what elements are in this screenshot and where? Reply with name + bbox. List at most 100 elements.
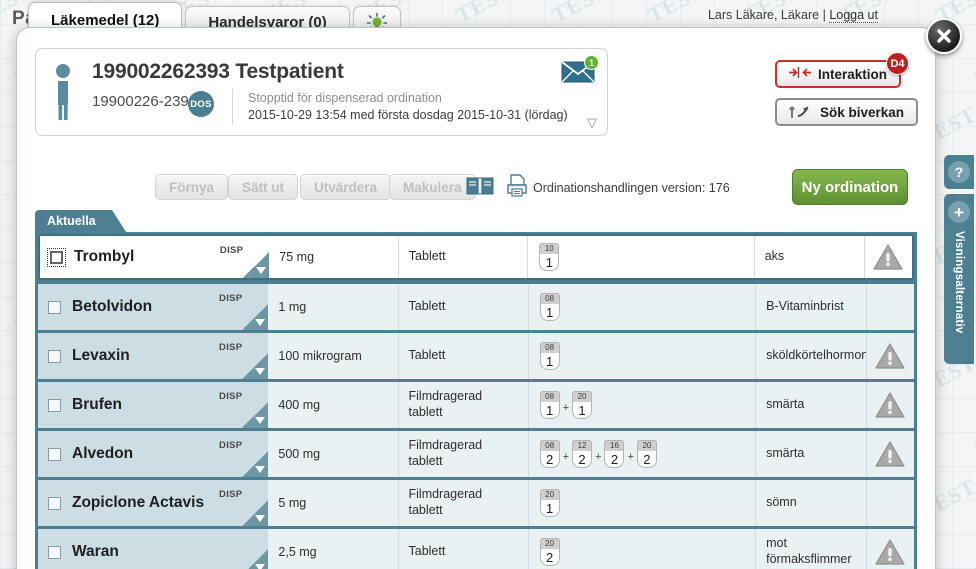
row-expand-corner-icon[interactable]: [243, 252, 270, 278]
row-reason-cell: B-Vitaminbrist: [756, 284, 867, 330]
row-warning-cell[interactable]: [866, 382, 914, 428]
row-checkbox[interactable]: [48, 496, 61, 510]
row-medication-name-cell[interactable]: Alvedon DISP: [38, 431, 269, 477]
dose-quantity: 1: [539, 353, 560, 370]
book-icon[interactable]: [466, 175, 494, 202]
row-checkbox[interactable]: [48, 349, 61, 363]
dose-time: 20: [539, 538, 560, 549]
row-expand-corner-icon[interactable]: [242, 549, 269, 569]
user-bar: Lars Läkare, Läkare | Logga ut: [708, 8, 878, 23]
row-warning-cell: [866, 480, 914, 526]
row-medication-name-cell[interactable]: Levaxin DISP: [38, 333, 269, 379]
table-row[interactable]: Trombyl DISP 75 mg Tablett 10 1 aks: [38, 234, 914, 280]
row-expand-corner-icon[interactable]: [242, 451, 269, 477]
dose-quantity: 2: [636, 451, 657, 468]
row-warning-cell[interactable]: [866, 529, 914, 569]
warning-triangle-icon[interactable]: [873, 244, 904, 270]
table-row[interactable]: Betolvidon DISP 1 mg Tablett 08 1 B-Vitaminbri…: [38, 284, 914, 330]
table-row[interactable]: Zopiclone Actavis DISP 5 mg Filmdragerad ta…: [38, 480, 914, 526]
row-expand-corner-icon[interactable]: [242, 402, 269, 428]
row-dose-cell: 20 2: [528, 529, 757, 569]
dose-time: 08: [539, 391, 560, 402]
row-checkbox[interactable]: [48, 545, 61, 559]
warning-triangle-icon[interactable]: [875, 343, 905, 369]
row-medication-name-cell[interactable]: Betolvidon DISP: [38, 284, 269, 330]
row-strength-cell: 400 mg: [268, 382, 399, 428]
close-icon: [935, 27, 953, 45]
row-checkbox[interactable]: [48, 398, 61, 412]
patient-card[interactable]: 199002262393 Testpatient 19900226-2393 D…: [35, 48, 608, 136]
plus-icon: +: [948, 201, 970, 223]
row-expand-corner-icon[interactable]: [242, 500, 269, 526]
table-row[interactable]: Levaxin DISP 100 mikrogram Tablett 08 1 sköldk…: [38, 333, 914, 379]
row-medication-name: Betolvidon: [72, 298, 153, 315]
disp-label: DISP: [219, 245, 244, 256]
row-warning-cell[interactable]: [866, 431, 914, 477]
row-reason-cell: mot förmaksflimmer: [756, 529, 867, 569]
close-button[interactable]: [926, 18, 962, 54]
interaktion-button[interactable]: Interaktion D4: [775, 52, 910, 88]
stopptid-label: Stopptid för dispenserad ordination: [248, 91, 442, 105]
ny-ordination-button[interactable]: Ny ordination: [792, 169, 908, 205]
satt-ut-label: Sätt ut: [242, 179, 284, 195]
dose-badge: 08 2: [539, 440, 561, 468]
warning-triangle-icon[interactable]: [875, 539, 905, 565]
dose-plus-separator: +: [595, 451, 602, 463]
row-reason-cell: smärta: [756, 382, 867, 428]
help-tab[interactable]: ?: [944, 155, 974, 189]
dose-badge: 16 2: [603, 440, 625, 468]
table-row[interactable]: Alvedon DISP 500 mg Filmdragerad tablett 08 2…: [38, 431, 914, 477]
disp-label: DISP: [219, 342, 243, 353]
dose-time: 12: [572, 440, 593, 451]
print-icon[interactable]: [506, 174, 528, 203]
chevron-down-icon[interactable]: ▽: [587, 115, 597, 131]
dose-time: 10: [539, 243, 560, 254]
visningsalternativ-tab[interactable]: + Visningsalternativ: [944, 194, 974, 364]
warning-triangle-icon[interactable]: [875, 392, 905, 418]
sok-biverkan-button[interactable]: Sök biverkan: [775, 98, 919, 126]
list-tab-strip[interactable]: Aktuella: [35, 210, 126, 232]
makulera-button[interactable]: Makulera: [389, 174, 476, 200]
row-medication-name-cell[interactable]: Trombyl DISP: [40, 236, 270, 278]
row-reason-cell: smärta: [756, 431, 867, 477]
dos-badge: DOS: [188, 91, 214, 117]
sok-biverkan-label: Sök biverkan: [820, 104, 905, 120]
row-expand-corner-icon[interactable]: [242, 353, 269, 379]
row-reason-cell: sömn: [756, 480, 867, 526]
row-warning-cell[interactable]: [866, 333, 914, 379]
mail-count-badge: 1: [584, 55, 599, 70]
row-medication-name: Alvedon: [72, 445, 134, 462]
row-medication-name-cell[interactable]: Waran: [38, 529, 269, 569]
row-checkbox[interactable]: [48, 447, 61, 461]
table-row[interactable]: Brufen DISP 400 mg Filmdragerad tablett 08 1 +…: [38, 382, 914, 428]
row-form-cell: Filmdragerad tablett: [398, 480, 529, 526]
dose-quantity: 1: [572, 402, 593, 419]
row-medication-name-cell[interactable]: Zopiclone Actavis DISP: [38, 480, 269, 526]
row-expand-corner-icon[interactable]: [242, 304, 269, 330]
ordinationshandling-version: Ordinationshandlingen version: 176: [533, 181, 730, 195]
dose-badge: 08 1: [539, 391, 561, 419]
row-form-cell: Tablett: [398, 529, 529, 569]
row-dose-cell: 20 1: [528, 480, 757, 526]
warning-triangle-icon[interactable]: [875, 441, 905, 467]
satt-ut-button[interactable]: Sätt ut: [228, 174, 298, 200]
row-medication-name-cell[interactable]: Brufen DISP: [38, 382, 269, 428]
list-tab-aktuella[interactable]: Aktuella: [35, 210, 126, 232]
dose-plus-separator: +: [562, 451, 570, 463]
row-warning-cell[interactable]: [864, 236, 912, 278]
table-row[interactable]: Waran 2,5 mg Tablett 20 2 mot förmaksflimmer: [38, 529, 914, 569]
utvardera-button[interactable]: Utvärdera: [300, 174, 392, 200]
dose-quantity: 1: [539, 500, 560, 517]
fornya-button[interactable]: Förnya: [155, 174, 229, 200]
ordination-modal: 199002262393 Testpatient 19900226-2393 D…: [16, 27, 936, 569]
patient-personnummer: 19900226-2393: [92, 93, 198, 110]
dose-time: 16: [604, 440, 625, 451]
dose-plus-separator: +: [627, 451, 634, 463]
dose-time: 08: [539, 440, 560, 451]
row-checkbox[interactable]: [47, 247, 66, 267]
row-medication-name: Levaxin: [72, 347, 130, 364]
row-strength-cell: 100 mikrogram: [268, 333, 399, 379]
list-toolbar: Förnya Sätt ut Utvärdera Makulera Ordina…: [17, 168, 935, 224]
row-checkbox[interactable]: [48, 300, 61, 314]
logout-link[interactable]: Logga ut: [829, 8, 878, 23]
